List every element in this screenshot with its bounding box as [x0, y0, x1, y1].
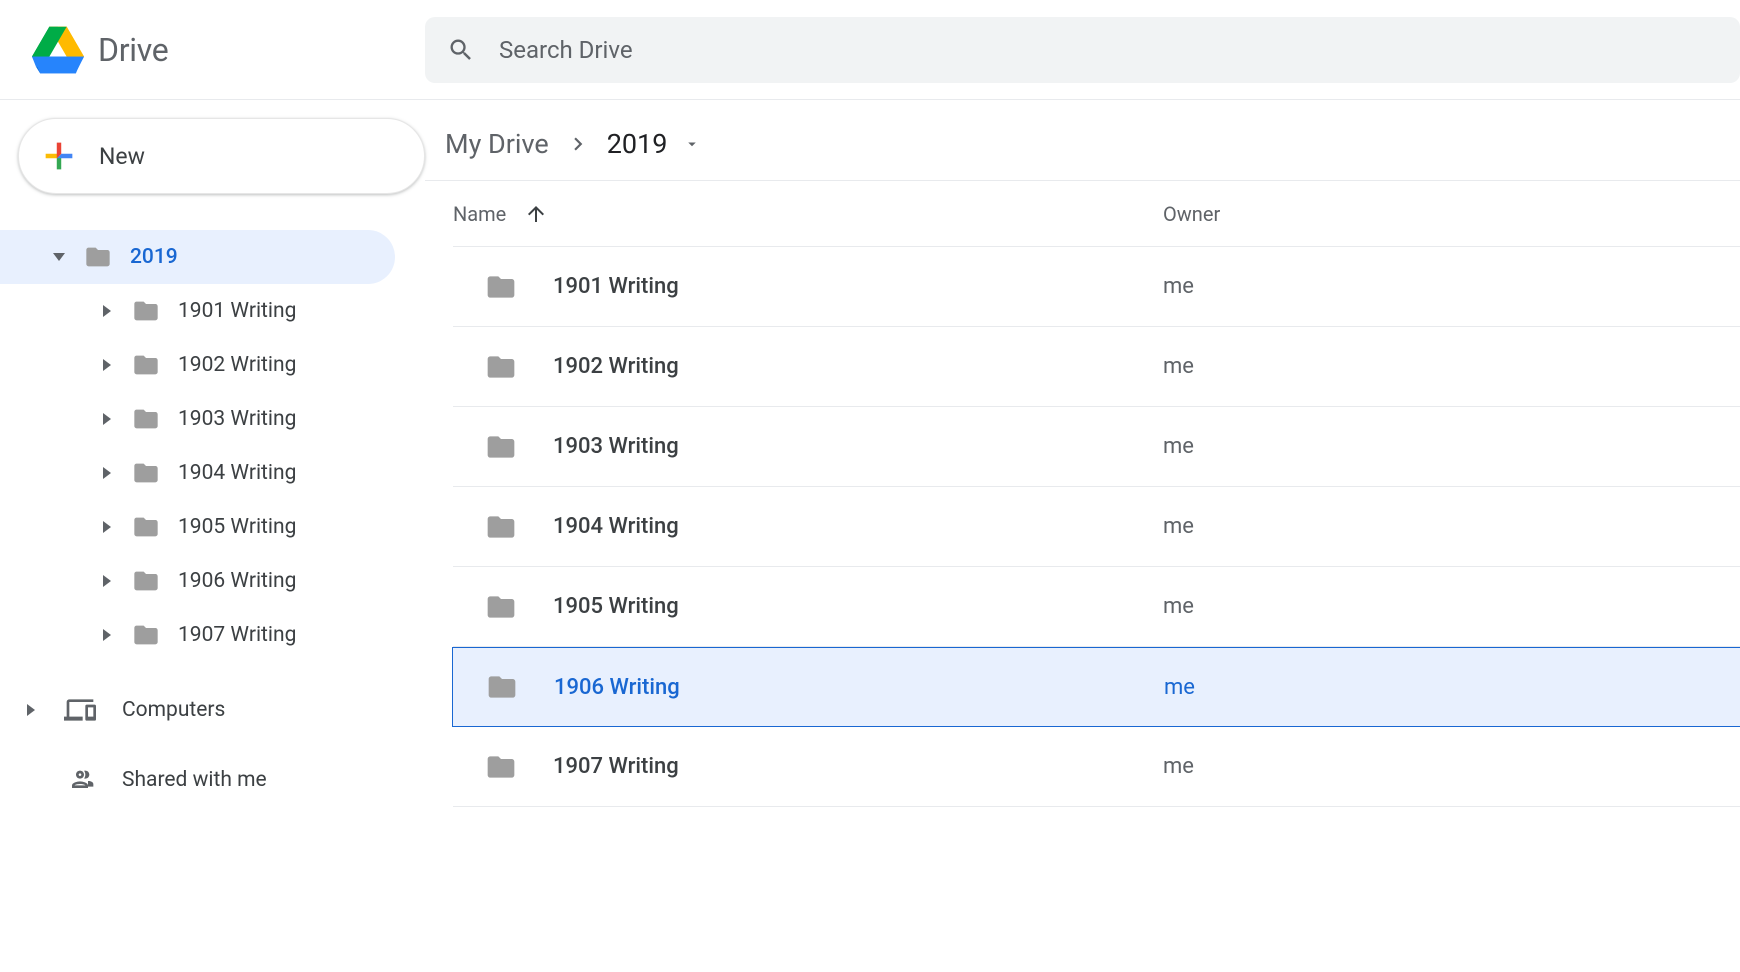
table-row[interactable]: 1907 Writing me [453, 727, 1740, 807]
folder-icon [130, 405, 162, 433]
folder-icon [130, 459, 162, 487]
column-name-header[interactable]: Name [453, 202, 1163, 226]
caret-right-icon[interactable] [100, 466, 114, 480]
file-name: 1903 Writing [553, 434, 679, 459]
plus-icon [39, 136, 79, 176]
nav-computers[interactable]: Computers [0, 680, 425, 740]
drive-logo-icon [32, 26, 84, 74]
tree-item-child[interactable]: 1902 Writing [0, 338, 395, 392]
tree-item-child[interactable]: 1903 Writing [0, 392, 395, 446]
tree-label: 1905 Writing [178, 515, 296, 539]
tree-label: 1906 Writing [178, 569, 296, 593]
caret-right-icon[interactable] [100, 574, 114, 588]
caret-right-icon[interactable] [100, 304, 114, 318]
main-content: My Drive 2019 Name Owner 1901 Writing me… [425, 100, 1740, 972]
file-list: 1901 Writing me 1902 Writing me 1903 Wri… [453, 247, 1740, 807]
column-owner-header[interactable]: Owner [1163, 202, 1220, 226]
cell-name: 1907 Writing [453, 751, 1163, 783]
tree-label: 1901 Writing [178, 299, 296, 323]
cell-name: 1902 Writing [453, 351, 1163, 383]
col-name-label: Name [453, 202, 506, 226]
folder-icon [483, 591, 519, 623]
tree-item-child[interactable]: 1901 Writing [0, 284, 395, 338]
cell-name: 1903 Writing [453, 431, 1163, 463]
table-row[interactable]: 1905 Writing me [453, 567, 1740, 647]
tree-item-child[interactable]: 1905 Writing [0, 500, 395, 554]
caret-right-icon[interactable] [100, 520, 114, 534]
shared-icon [64, 764, 96, 796]
folder-icon [130, 621, 162, 649]
folder-tree: 2019 1901 Writing 1902 Writing 1903 Writ… [0, 230, 425, 662]
table-row[interactable]: 1903 Writing me [453, 407, 1740, 487]
table-header: Name Owner [453, 181, 1740, 247]
file-owner: me [1163, 754, 1194, 779]
caret-right-icon[interactable] [24, 703, 38, 717]
tree-label: 1902 Writing [178, 353, 296, 377]
folder-icon [483, 511, 519, 543]
cell-name: 1906 Writing [454, 671, 1164, 703]
folder-icon [483, 351, 519, 383]
file-name: 1905 Writing [553, 594, 679, 619]
folder-icon [484, 671, 520, 703]
tree-item-child[interactable]: 1904 Writing [0, 446, 395, 500]
folder-icon [82, 243, 114, 271]
cell-name: 1901 Writing [453, 271, 1163, 303]
caret-right-icon[interactable] [100, 358, 114, 372]
table-row[interactable]: 1902 Writing me [453, 327, 1740, 407]
file-name: 1901 Writing [553, 274, 679, 299]
file-name: 1906 Writing [554, 675, 680, 700]
breadcrumb: My Drive 2019 [425, 114, 1740, 181]
breadcrumb-item[interactable]: My Drive [445, 128, 549, 160]
header: Drive [0, 0, 1740, 100]
tree-label: 1903 Writing [178, 407, 296, 431]
sidebar: New 2019 1901 Writing 1902 Writing 1903 … [0, 100, 425, 972]
new-button[interactable]: New [18, 118, 425, 194]
cell-name: 1905 Writing [453, 591, 1163, 623]
col-owner-label: Owner [1163, 202, 1220, 226]
dropdown-caret-icon[interactable] [683, 135, 701, 153]
file-name: 1907 Writing [553, 754, 679, 779]
nav-label: Computers [122, 698, 225, 722]
sort-asc-icon[interactable] [524, 202, 548, 226]
file-owner: me [1163, 434, 1194, 459]
folder-icon [483, 271, 519, 303]
tree-item-child[interactable]: 1906 Writing [0, 554, 395, 608]
tree-label: 1904 Writing [178, 461, 296, 485]
logo-block[interactable]: Drive [32, 26, 425, 74]
search-bar[interactable] [425, 17, 1740, 83]
file-name: 1904 Writing [553, 514, 679, 539]
table-row[interactable]: 1901 Writing me [453, 247, 1740, 327]
breadcrumb-current[interactable]: 2019 [607, 128, 668, 160]
caret-down-icon[interactable] [52, 250, 66, 264]
chevron-right-icon [565, 131, 591, 157]
search-input[interactable] [499, 36, 1718, 64]
file-owner: me [1163, 354, 1194, 379]
tree-label: 2019 [130, 245, 178, 269]
new-button-label: New [99, 143, 145, 170]
table-row[interactable]: 1904 Writing me [453, 487, 1740, 567]
file-owner: me [1164, 675, 1195, 700]
tree-label: 1907 Writing [178, 623, 296, 647]
cell-name: 1904 Writing [453, 511, 1163, 543]
folder-icon [483, 751, 519, 783]
folder-icon [483, 431, 519, 463]
file-owner: me [1163, 514, 1194, 539]
folder-icon [130, 513, 162, 541]
nav-label: Shared with me [122, 768, 267, 792]
table-row[interactable]: 1906 Writing me [452, 647, 1740, 727]
folder-icon [130, 297, 162, 325]
folder-icon [130, 351, 162, 379]
caret-right-icon[interactable] [100, 628, 114, 642]
computers-icon [64, 694, 96, 726]
tree-item-child[interactable]: 1907 Writing [0, 608, 395, 662]
app-title: Drive [98, 31, 168, 69]
file-owner: me [1163, 594, 1194, 619]
nav-shared[interactable]: Shared with me [0, 750, 425, 810]
caret-right-icon[interactable] [100, 412, 114, 426]
folder-icon [130, 567, 162, 595]
tree-item-2019[interactable]: 2019 [0, 230, 395, 284]
file-owner: me [1163, 274, 1194, 299]
file-name: 1902 Writing [553, 354, 679, 379]
search-icon [447, 36, 475, 64]
